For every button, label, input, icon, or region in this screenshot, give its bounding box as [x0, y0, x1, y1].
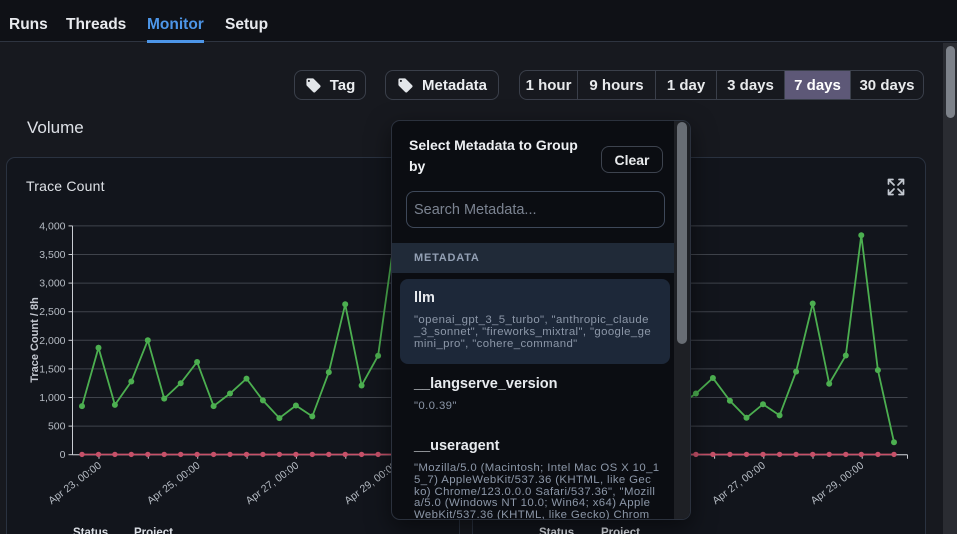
- svg-text:0: 0: [60, 449, 66, 461]
- svg-text:Apr 27, 00:00: Apr 27, 00:00: [710, 459, 768, 507]
- svg-text:Apr 23, 00:00: Apr 23, 00:00: [46, 459, 104, 507]
- svg-text:3,500: 3,500: [39, 249, 65, 261]
- svg-text:Apr 29, 00:00: Apr 29, 00:00: [809, 459, 867, 507]
- svg-text:Trace Count / 8h: Trace Count / 8h: [29, 297, 41, 383]
- svg-text:Apr 27, 00:00: Apr 27, 00:00: [244, 459, 302, 507]
- svg-text:4,000: 4,000: [39, 220, 65, 232]
- svg-text:1,500: 1,500: [39, 363, 65, 375]
- svg-text:2,500: 2,500: [39, 306, 65, 318]
- svg-text:1,000: 1,000: [39, 392, 65, 404]
- svg-text:3,000: 3,000: [39, 278, 65, 290]
- svg-text:2,000: 2,000: [39, 335, 65, 347]
- svg-text:500: 500: [48, 421, 66, 433]
- svg-text:Apr 25, 00:00: Apr 25, 00:00: [145, 459, 203, 507]
